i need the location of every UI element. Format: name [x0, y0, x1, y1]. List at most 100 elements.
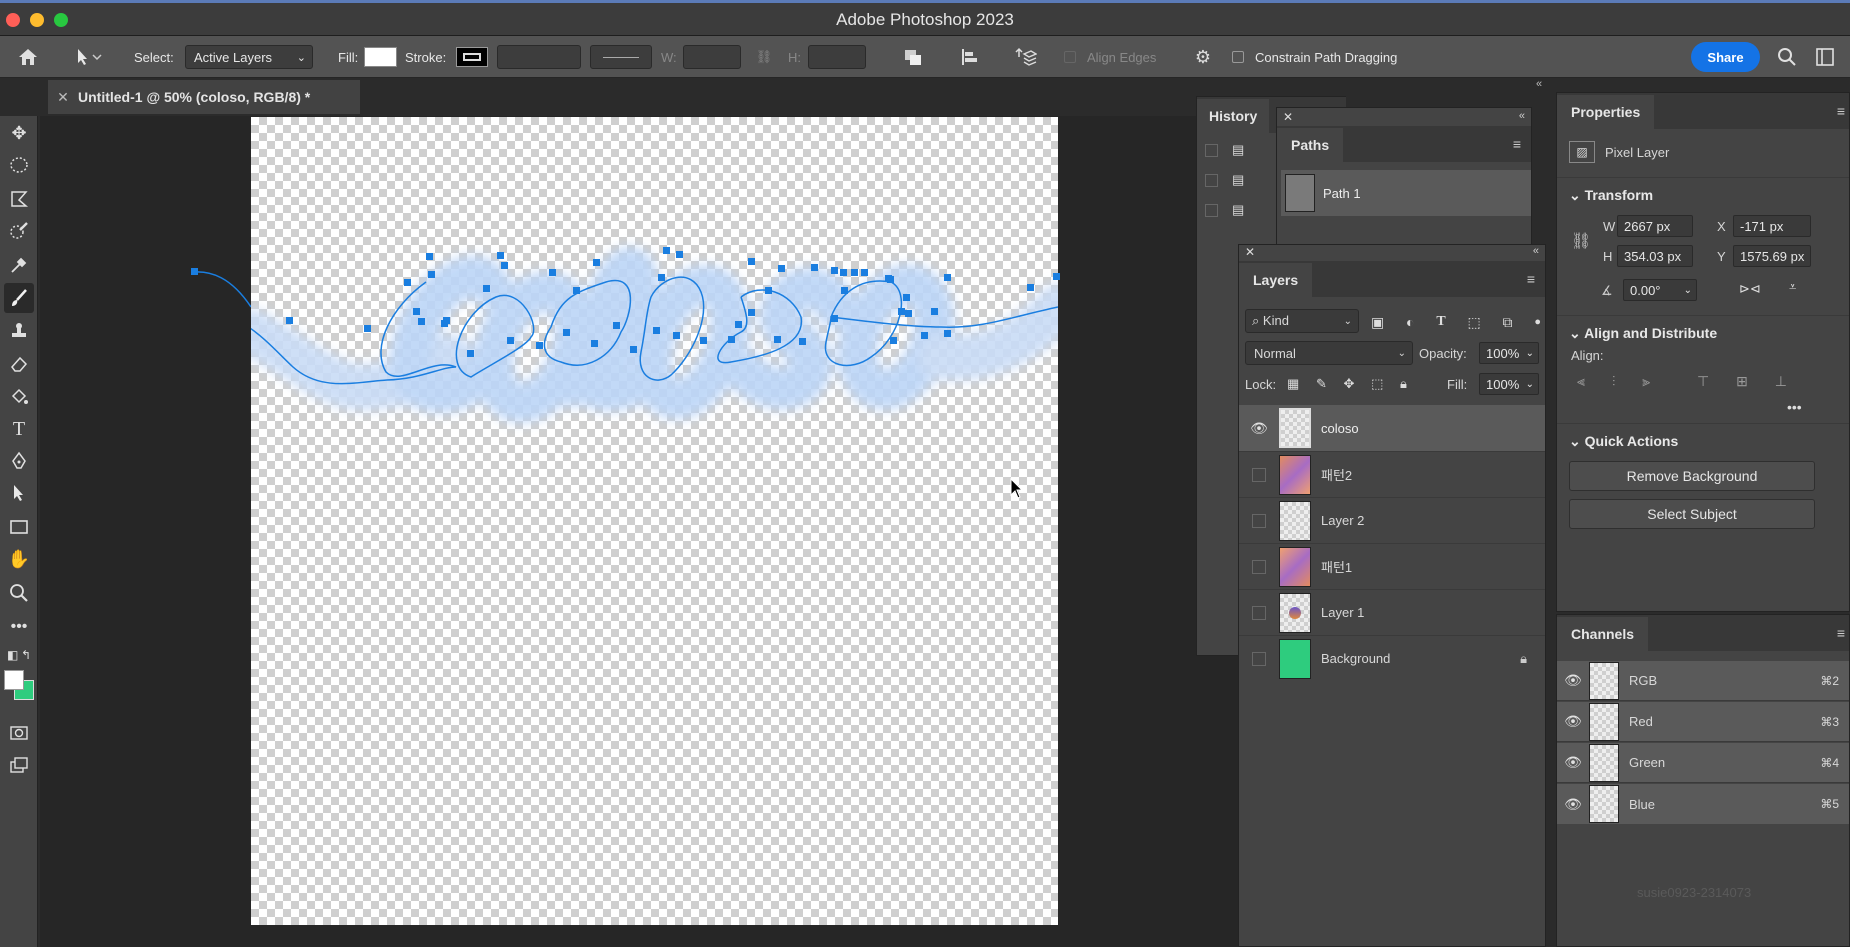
stamp-tool-icon[interactable]: [4, 316, 34, 346]
more-tools-icon[interactable]: •••: [4, 612, 34, 642]
flip-horizontal-icon[interactable]: ⊳⊲: [1739, 281, 1761, 297]
screen-mode-icon[interactable]: [4, 750, 34, 780]
swap-colors-icon[interactable]: ◧ ↰: [4, 640, 34, 670]
align-bottom-icon[interactable]: ⊥: [1775, 373, 1787, 393]
channel-row-rgb[interactable]: 👁︎ RGB ⌘2: [1557, 661, 1849, 701]
select-mode-dropdown[interactable]: Active Layers ⌄: [185, 45, 313, 69]
channels-menu-icon[interactable]: ≡: [1837, 625, 1845, 641]
shape-filter-icon[interactable]: ⬚: [1467, 314, 1480, 331]
path-alignment-icon[interactable]: [956, 36, 984, 78]
channel-row-blue[interactable]: 👁︎ Blue ⌘5: [1557, 784, 1849, 824]
align-left-icon[interactable]: ⫷: [1577, 373, 1585, 393]
workspace-icon[interactable]: [1812, 36, 1838, 78]
more-options-icon[interactable]: •••: [1787, 399, 1802, 415]
close-paths-panel-icon[interactable]: ✕: [1283, 110, 1293, 124]
eye-icon[interactable]: 👁︎: [1557, 672, 1589, 689]
history-list[interactable]: ▤ ▤ ▤: [1205, 135, 1245, 225]
path-end-handle[interactable]: [1051, 267, 1063, 287]
visibility-toggle[interactable]: [1252, 559, 1266, 574]
height-field[interactable]: 354.03 px: [1617, 245, 1693, 267]
flip-vertical-icon[interactable]: ⩡: [1789, 279, 1796, 295]
hand-tool-icon[interactable]: ✋: [4, 544, 34, 574]
properties-tab[interactable]: Properties: [1557, 95, 1655, 129]
quick-selection-tool-icon[interactable]: [4, 216, 34, 246]
channels-tab[interactable]: Channels: [1557, 617, 1649, 651]
properties-menu-icon[interactable]: ≡: [1837, 103, 1845, 119]
stroke-type-dropdown[interactable]: [590, 45, 652, 69]
align-center-icon[interactable]: ⫶: [1612, 373, 1616, 393]
lock-position-icon[interactable]: ✥: [1344, 376, 1355, 392]
path-1-row[interactable]: Path 1: [1281, 170, 1531, 216]
layer-row-coloso[interactable]: 👁︎ coloso: [1239, 405, 1545, 451]
share-button[interactable]: Share: [1691, 42, 1760, 72]
home-icon[interactable]: [14, 36, 42, 78]
constrain-path-checkbox[interactable]: [1232, 51, 1244, 63]
layer-row-layer1[interactable]: Layer 1: [1239, 589, 1545, 635]
collapse-layers-icon[interactable]: «: [1533, 245, 1539, 257]
layer-row-pattern1[interactable]: 패턴1: [1239, 543, 1545, 589]
select-subject-button[interactable]: Select Subject: [1569, 499, 1815, 529]
width-field[interactable]: 2667 px: [1617, 215, 1693, 237]
close-tab-icon[interactable]: ✕: [48, 89, 78, 106]
link-dimensions-icon[interactable]: ⛓: [1571, 231, 1591, 251]
eyedropper-tool-icon[interactable]: [4, 250, 34, 280]
fill-swatch[interactable]: [364, 47, 397, 67]
visibility-toggle[interactable]: [1252, 605, 1266, 620]
search-icon[interactable]: [1774, 36, 1800, 78]
path-handle[interactable]: [191, 267, 251, 327]
x-field[interactable]: -171 px: [1733, 215, 1811, 237]
paint-bucket-tool-icon[interactable]: [4, 382, 34, 412]
pen-tool-icon[interactable]: [4, 446, 34, 476]
channel-row-red[interactable]: 👁︎ Red ⌘3: [1557, 702, 1849, 742]
layers-tab[interactable]: Layers: [1239, 263, 1313, 297]
stroke-width-field[interactable]: [497, 45, 581, 69]
align-edges-checkbox[interactable]: [1064, 51, 1076, 63]
lock-artboard-icon[interactable]: ⬚: [1371, 376, 1383, 392]
height-field[interactable]: [808, 45, 866, 69]
move-tool-icon[interactable]: ✥: [4, 118, 34, 148]
close-layers-panel-icon[interactable]: ✕: [1245, 245, 1255, 259]
visibility-toggle[interactable]: [1252, 467, 1266, 482]
path-operations-icon[interactable]: [899, 36, 927, 78]
layer-row-layer2[interactable]: Layer 2: [1239, 497, 1545, 543]
zoom-tool-icon[interactable]: [4, 578, 34, 608]
color-swatches[interactable]: [4, 670, 42, 708]
eye-icon[interactable]: 👁︎: [1239, 420, 1279, 437]
filter-toggle-icon[interactable]: ●: [1534, 316, 1541, 328]
marquee-tool-icon[interactable]: [4, 150, 34, 180]
smart-object-filter-icon[interactable]: ⧉: [1503, 314, 1513, 331]
visibility-toggle[interactable]: [1252, 513, 1266, 528]
layer-row-background[interactable]: Background 🔒︎: [1239, 635, 1545, 681]
y-field[interactable]: 1575.69 px: [1733, 245, 1811, 267]
type-tool-icon[interactable]: T: [4, 414, 34, 444]
collapse-dock-icon[interactable]: «: [1536, 78, 1542, 90]
lock-all-icon[interactable]: 🔒︎: [1400, 376, 1407, 392]
remove-background-button[interactable]: Remove Background: [1569, 461, 1815, 491]
eye-icon[interactable]: 👁︎: [1557, 796, 1589, 813]
transform-section-header[interactable]: ⌄ Transform: [1569, 187, 1653, 204]
visibility-toggle[interactable]: [1252, 651, 1266, 666]
lasso-tool-icon[interactable]: [4, 184, 34, 214]
adjustment-filter-icon[interactable]: ◐: [1406, 314, 1414, 330]
blend-mode-dropdown[interactable]: Normal ⌄: [1245, 341, 1413, 365]
lock-image-icon[interactable]: ✎: [1316, 376, 1327, 392]
width-field[interactable]: [683, 45, 741, 69]
angle-field[interactable]: 0.00° ⌄: [1623, 279, 1697, 301]
eye-icon[interactable]: 👁︎: [1557, 754, 1589, 771]
document-tab[interactable]: ✕ Untitled-1 @ 50% (coloso, RGB/8) *: [48, 80, 360, 114]
align-section-header[interactable]: ⌄ Align and Distribute: [1569, 325, 1717, 342]
direct-selection-tool-icon[interactable]: [4, 478, 34, 508]
history-tab[interactable]: History: [1197, 99, 1270, 133]
channel-row-green[interactable]: 👁︎ Green ⌘4: [1557, 743, 1849, 783]
foreground-color-swatch[interactable]: [4, 670, 24, 690]
layer-row-pattern2[interactable]: 패턴2: [1239, 451, 1545, 497]
type-filter-icon[interactable]: T: [1436, 314, 1445, 330]
quick-mask-icon[interactable]: [4, 718, 34, 748]
document-canvas[interactable]: [191, 117, 1060, 925]
lock-transparent-icon[interactable]: ▦: [1287, 376, 1299, 392]
paths-panel-menu-icon[interactable]: ≡: [1513, 136, 1521, 152]
align-middle-icon[interactable]: ⊞: [1736, 373, 1748, 393]
eraser-tool-icon[interactable]: [4, 349, 34, 379]
link-icon[interactable]: ⛓: [752, 36, 776, 78]
quick-actions-header[interactable]: ⌄ Quick Actions: [1569, 433, 1678, 450]
